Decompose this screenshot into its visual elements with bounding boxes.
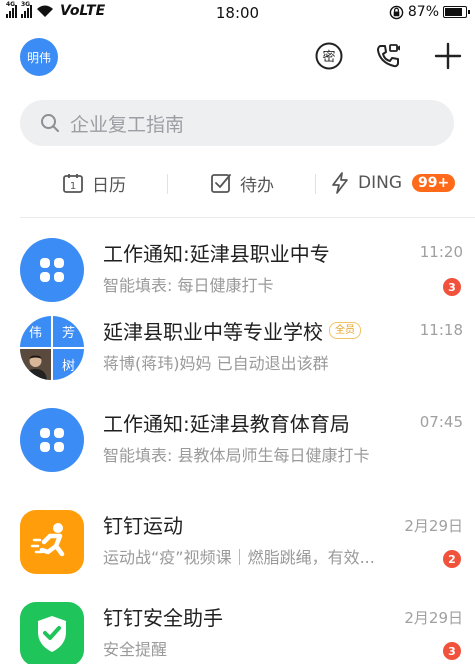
ding-badge: 99+ bbox=[412, 174, 456, 192]
conversation-item[interactable]: 工作通知:延津县教育体育局 智能填表: 县教体局师生每日健康打卡 07:45 bbox=[0, 394, 475, 484]
quick-separator bbox=[167, 174, 168, 194]
conversation-item[interactable]: 伟 芳 树 延津县职业中等专业学校 全员 蒋博(蒋玮)妈妈 已自动退出该群 11… bbox=[0, 302, 475, 392]
conversation-time: 07:45 bbox=[419, 413, 463, 431]
search-bar[interactable]: 企业复工指南 bbox=[20, 100, 454, 146]
quick-separator bbox=[315, 174, 316, 194]
phone-video-icon bbox=[377, 44, 400, 68]
unread-badge: 3 bbox=[443, 278, 461, 296]
todo-shortcut[interactable]: 待办 bbox=[210, 164, 274, 202]
person-photo bbox=[20, 349, 51, 380]
secret-chat-icon: 密 bbox=[315, 42, 343, 70]
add-button[interactable] bbox=[432, 40, 464, 72]
conversation-title: 工作通知:延津县职业中专 bbox=[103, 242, 330, 266]
conversation-preview: 安全提醒 bbox=[103, 640, 168, 659]
group-avatar-char: 芳 bbox=[61, 326, 75, 341]
unread-badge: 3 bbox=[443, 642, 461, 660]
conversation-title: 延津县职业中等专业学校 bbox=[103, 320, 323, 344]
all-members-tag: 全员 bbox=[329, 322, 361, 339]
secret-chat-button[interactable]: 密 bbox=[313, 40, 345, 72]
group-avatar: 伟 芳 树 bbox=[20, 316, 84, 380]
conversation-title-wrap: 延津县职业中等专业学校 全员 bbox=[103, 316, 361, 345]
lightning-icon bbox=[332, 172, 348, 194]
battery-icon bbox=[443, 6, 470, 18]
calendar-day: 1 bbox=[70, 181, 76, 192]
work-notice-icon bbox=[20, 408, 84, 472]
todo-label: 待办 bbox=[240, 175, 274, 196]
conversation-item[interactable]: 钉钉安全助手 安全提醒 2月29日 3 bbox=[0, 588, 475, 664]
running-person-icon bbox=[20, 510, 84, 574]
rotation-lock-icon bbox=[389, 5, 404, 19]
ding-label: DING bbox=[358, 173, 402, 193]
todo-check-icon bbox=[211, 174, 231, 193]
conversation-time: 2月29日 bbox=[404, 517, 463, 535]
conversation-time: 11:20 bbox=[419, 243, 463, 261]
status-right: 87% bbox=[389, 4, 470, 20]
divider bbox=[20, 217, 475, 218]
conversation-item[interactable]: 钉钉运动 运动战“疫”视频课｜燃脂跳绳，有效... 2月29日 2 bbox=[0, 496, 475, 586]
quick-bar: 1 日历 待办 DING 99+ bbox=[0, 164, 475, 202]
shield-check-icon bbox=[20, 602, 84, 664]
group-avatar-char: 树 bbox=[61, 359, 75, 374]
conversation-time: 2月29日 bbox=[404, 609, 463, 627]
search-icon bbox=[41, 114, 59, 132]
conversation-preview: 运动战“疫”视频课｜燃脂跳绳，有效... bbox=[103, 548, 375, 567]
battery-percent: 87% bbox=[407, 4, 439, 20]
conversation-preview: 蒋博(蒋玮)妈妈 已自动退出该群 bbox=[103, 354, 329, 373]
group-avatar-char: 伟 bbox=[28, 326, 42, 341]
ding-shortcut[interactable]: DING 99+ bbox=[330, 164, 456, 202]
calendar-icon: 1 bbox=[63, 174, 83, 193]
conversation-preview: 智能填表: 每日健康打卡 bbox=[103, 276, 274, 295]
conversation-item[interactable]: 工作通知:延津县职业中专 智能填表: 每日健康打卡 11:20 3 bbox=[0, 224, 475, 314]
my-avatar[interactable]: 明伟 bbox=[20, 38, 58, 76]
unread-badge: 2 bbox=[443, 550, 461, 568]
conversation-title: 钉钉运动 bbox=[103, 514, 183, 538]
conversation-title: 工作通知:延津县教育体育局 bbox=[103, 412, 350, 436]
call-button[interactable] bbox=[372, 40, 404, 72]
plus-icon bbox=[434, 42, 462, 70]
calendar-label: 日历 bbox=[92, 175, 126, 196]
work-notice-icon bbox=[20, 238, 84, 302]
conversation-title: 钉钉安全助手 bbox=[103, 606, 223, 630]
conversation-time: 11:18 bbox=[419, 321, 463, 339]
status-bar: 4G 3G VoLTE 18:00 87% bbox=[0, 0, 475, 26]
svg-text:密: 密 bbox=[322, 49, 335, 65]
calendar-shortcut[interactable]: 1 日历 bbox=[62, 164, 126, 202]
search-placeholder: 企业复工指南 bbox=[70, 113, 185, 136]
conversation-preview: 智能填表: 县教体局师生每日健康打卡 bbox=[103, 446, 370, 465]
